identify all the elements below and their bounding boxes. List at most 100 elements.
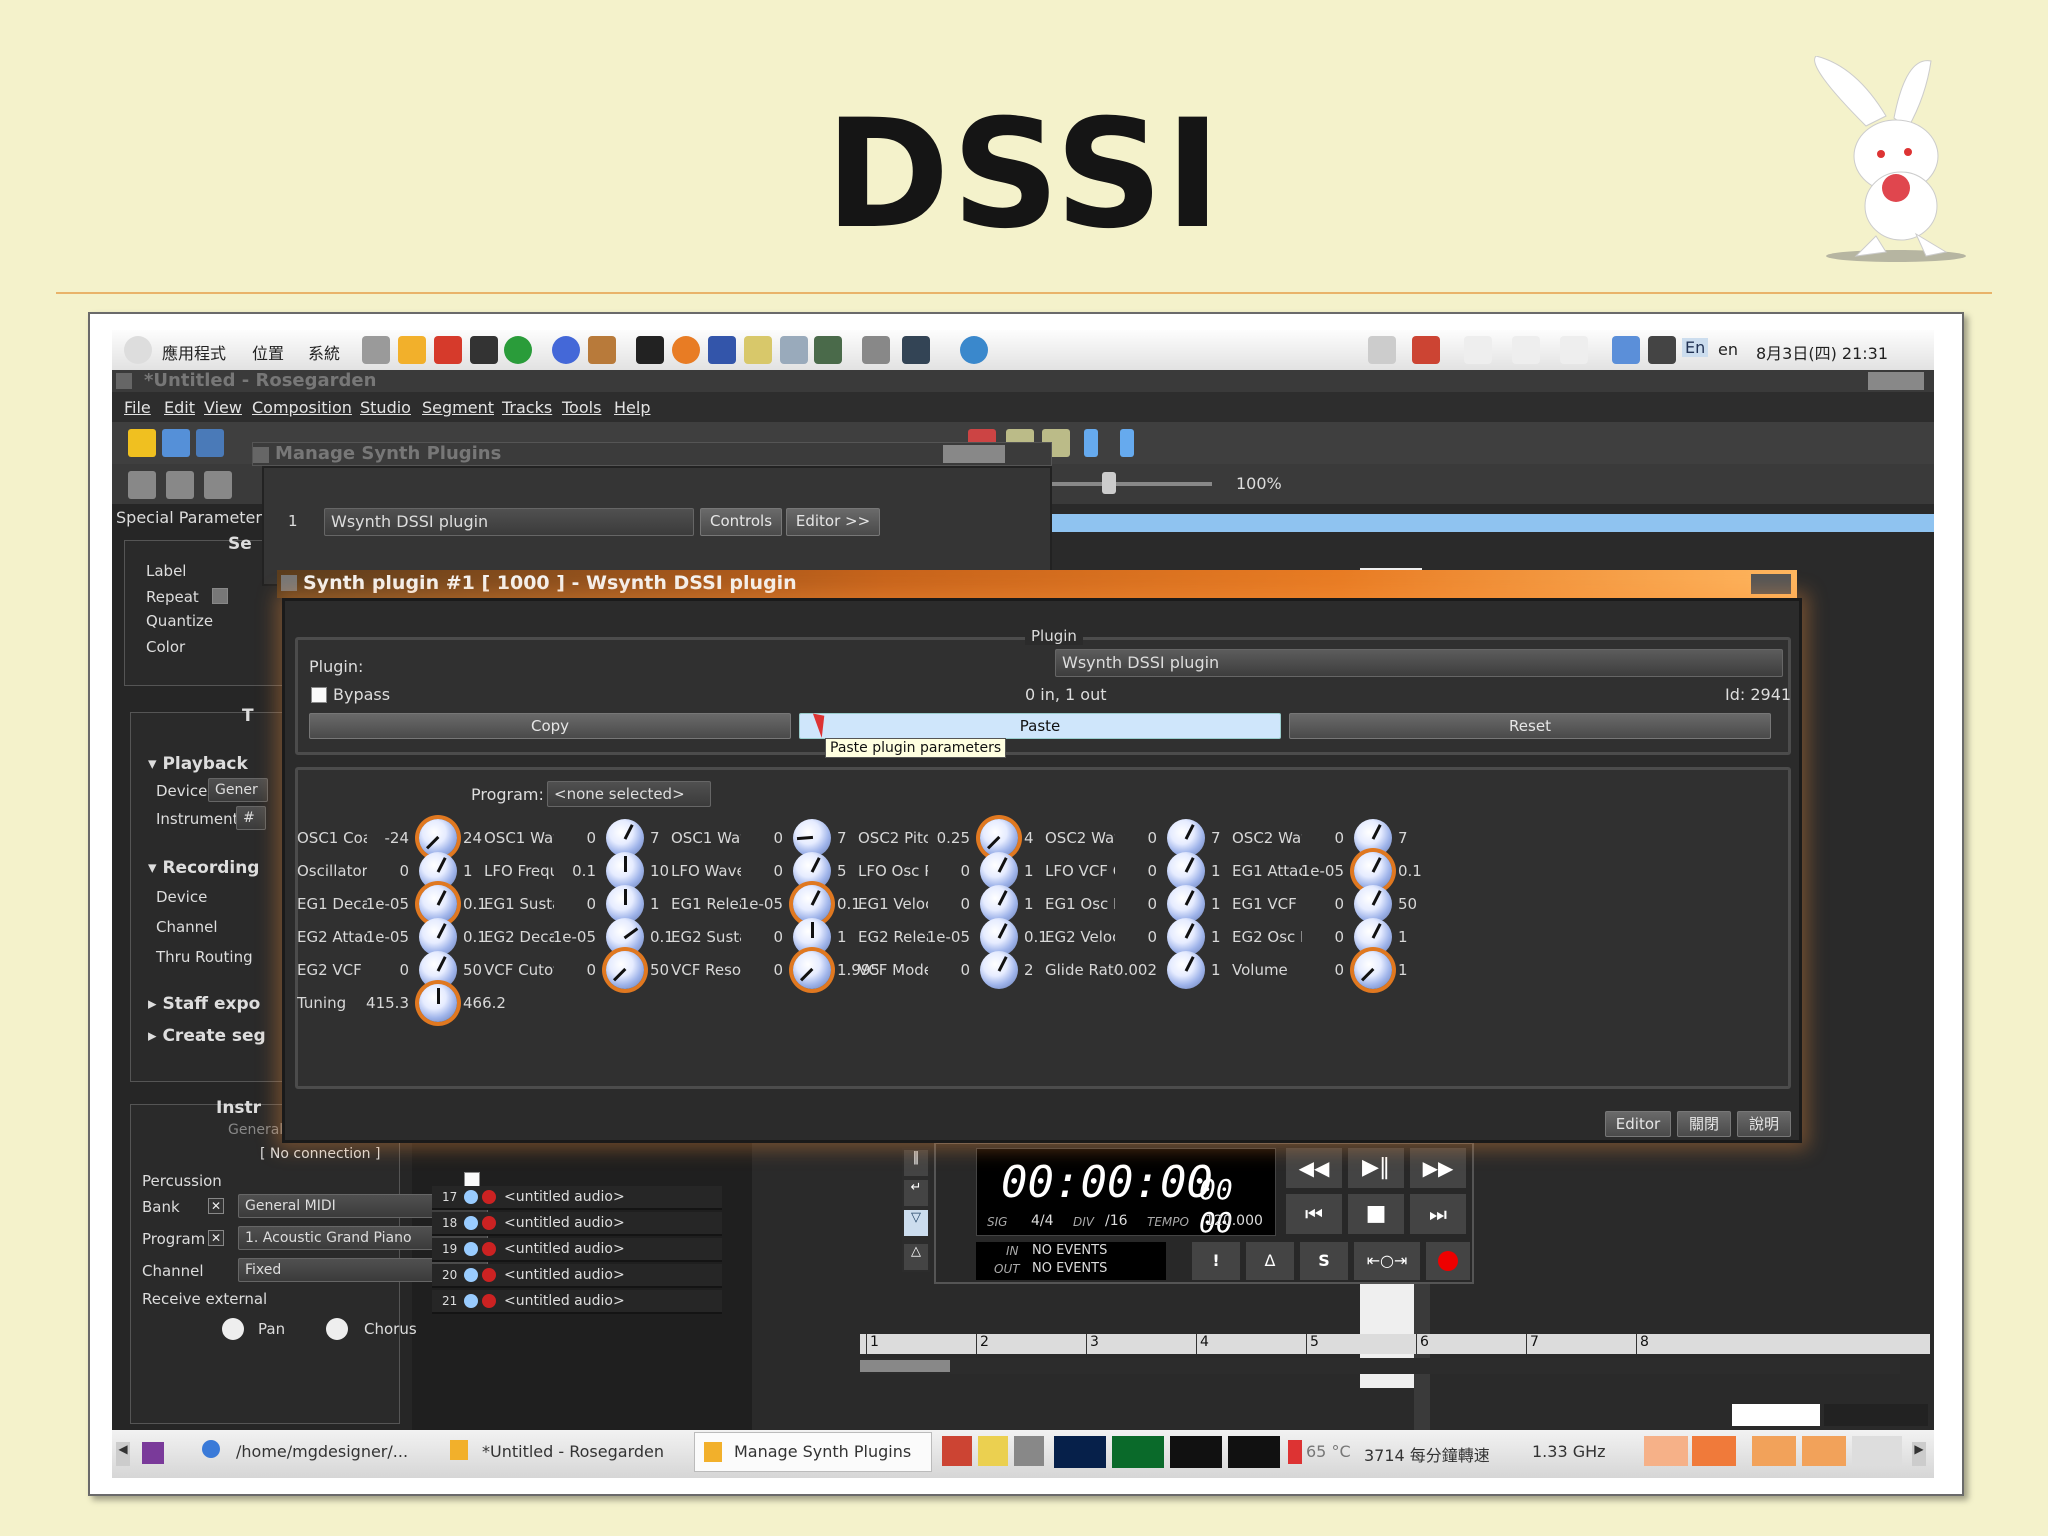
show-desktop-icon[interactable]: [142, 1442, 164, 1464]
synth-window-menu-icon[interactable]: [281, 575, 297, 591]
track-row[interactable]: 21 <untitled audio>: [432, 1290, 722, 1314]
menu-composition[interactable]: Composition: [252, 398, 352, 417]
music-note-icon[interactable]: [504, 336, 532, 364]
recording-section[interactable]: ▾ Recording: [148, 858, 259, 878]
window-controls[interactable]: [1868, 372, 1924, 390]
map-icon[interactable]: [814, 336, 842, 364]
record-arm-icon[interactable]: [482, 1216, 496, 1230]
solo-button[interactable]: S: [1300, 1242, 1348, 1280]
record-arm-icon[interactable]: [482, 1190, 496, 1204]
taskbar-scroll-right[interactable]: ▶: [1912, 1442, 1926, 1466]
pause-side-button[interactable]: ‖: [904, 1150, 928, 1176]
notation-icon[interactable]: [166, 471, 194, 499]
panel-clock[interactable]: 8月3日(四) 21:31: [1756, 340, 1888, 364]
track-row[interactable]: 20 <untitled audio>: [432, 1264, 722, 1288]
paste-button[interactable]: Paste: [799, 713, 1281, 739]
menu-tracks[interactable]: Tracks: [502, 398, 552, 417]
fast-forward-button[interactable]: ▶▶: [1410, 1148, 1466, 1188]
loop-button[interactable]: ⇤○⇥: [1354, 1242, 1420, 1280]
program-select[interactable]: <none selected>: [547, 781, 711, 807]
tray-notes-icon[interactable]: [978, 1436, 1008, 1466]
taskbar-item-rosegarden[interactable]: *Untitled - Rosegarden: [482, 1442, 664, 1461]
mute-led-icon[interactable]: [464, 1242, 478, 1256]
instrument-combo[interactable]: #: [236, 806, 266, 830]
collapse-side-button[interactable]: ▽: [904, 1210, 928, 1236]
menu-view[interactable]: View: [204, 398, 242, 417]
bluetooth-icon[interactable]: [1464, 336, 1492, 364]
screenshot-icon[interactable]: [862, 336, 890, 364]
workspace-4[interactable]: [1802, 1436, 1846, 1466]
more2-icon[interactable]: [1120, 429, 1134, 457]
mute-led-icon[interactable]: [464, 1216, 478, 1230]
param-knob[interactable]: [793, 951, 831, 989]
workspace-1[interactable]: [1644, 1436, 1688, 1466]
manage-window-menu-icon[interactable]: [253, 447, 269, 463]
new-icon[interactable]: [128, 429, 156, 457]
music-icon[interactable]: [204, 471, 232, 499]
param-knob[interactable]: [606, 951, 644, 989]
param-knob[interactable]: [1354, 951, 1392, 989]
menu-studio[interactable]: Studio: [360, 398, 411, 417]
plugin-select[interactable]: Wsynth DSSI plugin: [324, 508, 694, 536]
menu-file[interactable]: File: [124, 398, 151, 417]
close-button[interactable]: 關閉: [1677, 1111, 1731, 1137]
bus-icon[interactable]: [744, 336, 772, 364]
track-row[interactable]: 18 <untitled audio>: [432, 1212, 722, 1236]
workspace-2[interactable]: [1692, 1436, 1736, 1466]
wifi-icon[interactable]: [1512, 336, 1540, 364]
tray-tools-icon[interactable]: [1014, 1436, 1044, 1466]
program-toggle[interactable]: ✕: [208, 1230, 224, 1246]
mixer-icon[interactable]: [636, 336, 664, 364]
repeat-checkbox[interactable]: [212, 588, 228, 604]
param-knob[interactable]: [1167, 951, 1205, 989]
guitar-icon[interactable]: [588, 336, 616, 364]
manage-window-controls[interactable]: [943, 445, 1005, 463]
volume-icon[interactable]: [1560, 336, 1588, 364]
scanner-icon[interactable]: [780, 336, 808, 364]
bottom-bar-ruler[interactable]: [860, 1334, 1930, 1354]
globe-icon[interactable]: [960, 336, 988, 364]
display-icon[interactable]: [1612, 336, 1640, 364]
ubuntu-logo-icon[interactable]: [124, 336, 152, 364]
input-method-badge[interactable]: En: [1682, 338, 1709, 357]
ardour-icon[interactable]: [434, 336, 462, 364]
bypass-checkbox[interactable]: [311, 687, 327, 703]
matrix-icon[interactable]: [128, 471, 156, 499]
menu-places[interactable]: 位置: [252, 340, 284, 364]
record-arm-icon[interactable]: [482, 1294, 496, 1308]
notes-icon[interactable]: [1368, 336, 1396, 364]
track-row[interactable]: 19 <untitled audio>: [432, 1238, 722, 1262]
tray-network-icon[interactable]: [942, 1436, 972, 1466]
workspace-3[interactable]: [1752, 1436, 1796, 1466]
menu-applications[interactable]: 應用程式: [162, 340, 226, 364]
status-input-box[interactable]: [1732, 1404, 1820, 1426]
monitor-icon[interactable]: [1648, 336, 1676, 364]
param-knob[interactable]: [419, 984, 457, 1022]
horizontal-scrollbar[interactable]: [860, 1358, 1900, 1374]
playback-device-combo[interactable]: Gener: [208, 778, 268, 802]
menu-segment[interactable]: Segment: [422, 398, 494, 417]
hydrogen-icon[interactable]: [708, 336, 736, 364]
metronome-button[interactable]: Δ: [1246, 1242, 1294, 1280]
reset-button[interactable]: Reset: [1289, 713, 1771, 739]
fast-forward-to-end-button[interactable]: ⏭: [1410, 1194, 1466, 1234]
zoom-slider-handle[interactable]: [1102, 472, 1116, 494]
record-button[interactable]: [1426, 1242, 1470, 1280]
record-arm-icon[interactable]: [482, 1242, 496, 1256]
taskbar-item-home[interactable]: /home/mgdesigner/...: [236, 1442, 408, 1461]
mute-led-icon[interactable]: [464, 1190, 478, 1204]
window-menu-icon[interactable]: [116, 373, 132, 389]
more-icon[interactable]: [1084, 429, 1098, 457]
pen-icon[interactable]: [902, 336, 930, 364]
headphones-icon[interactable]: [552, 336, 580, 364]
taskbar-scroll-left[interactable]: ◀: [116, 1442, 130, 1466]
play-pause-button[interactable]: ▶‖: [1348, 1148, 1404, 1188]
expand-side-button[interactable]: △: [904, 1244, 928, 1270]
mute-led-icon[interactable]: [464, 1294, 478, 1308]
copy-button[interactable]: Copy: [309, 713, 791, 739]
staff-export-section[interactable]: ▸ Staff expo: [148, 994, 260, 1014]
menu-help[interactable]: Help: [614, 398, 650, 417]
hscroll-thumb[interactable]: [860, 1360, 950, 1372]
editor-button[interactable]: Editor >>: [786, 508, 880, 536]
stop-button[interactable]: ■: [1348, 1194, 1404, 1234]
